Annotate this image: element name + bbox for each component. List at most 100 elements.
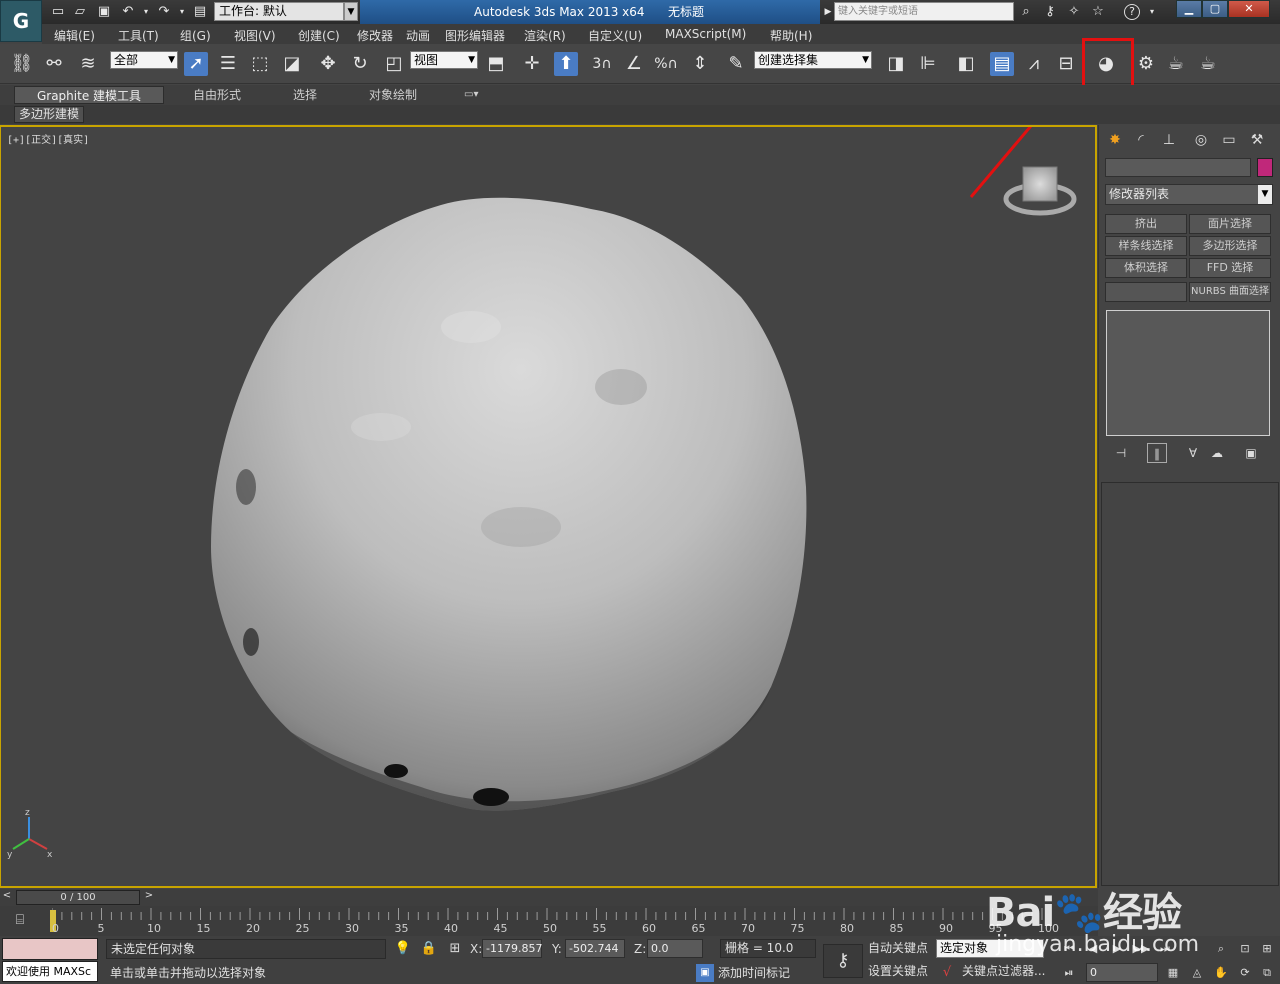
- perspective-viewport[interactable]: z x y [+][正交][真实]: [0, 125, 1097, 888]
- menu-create[interactable]: 创建(C): [298, 27, 340, 44]
- viewcube[interactable]: [1003, 166, 1077, 216]
- curve-editor-icon[interactable]: ⩘: [1022, 52, 1046, 76]
- track-bar[interactable]: ⌸ 0 5 10 15 20 25 30 35 40 45 50 55 60 65 70 75 80 85 90 95…: [0, 906, 1098, 936]
- maximize-button[interactable]: ▢: [1202, 0, 1228, 18]
- display-tab-icon[interactable]: ▭: [1217, 129, 1241, 151]
- time-slider-thumb[interactable]: 0 / 100: [16, 890, 140, 905]
- redo-icon[interactable]: ↷: [156, 4, 172, 20]
- percent-snap-icon[interactable]: %∩: [654, 52, 678, 76]
- spinner-snap-icon[interactable]: ⇕: [688, 52, 712, 76]
- schematic-view-icon[interactable]: ⊟: [1054, 52, 1078, 76]
- key-filters-button[interactable]: 关键点过滤器...: [962, 962, 1045, 981]
- maximize-viewport-icon[interactable]: ⧉: [1258, 964, 1276, 982]
- add-time-tag-icon[interactable]: ▣: [696, 964, 714, 982]
- ribbon-options-icon[interactable]: ▭▾: [464, 86, 478, 104]
- selection-set-dropdown[interactable]: 选定对象: [936, 939, 1044, 958]
- hierarchy-tab-icon[interactable]: ⊥: [1157, 129, 1181, 151]
- communication-center-icon[interactable]: ✧: [1066, 4, 1082, 20]
- volume-select-button[interactable]: 体积选择: [1105, 258, 1187, 278]
- app-logo[interactable]: G: [0, 0, 42, 42]
- nurbs-surface-select-button[interactable]: NURBS 曲面选择: [1189, 282, 1271, 302]
- current-frame-field[interactable]: 0: [1086, 963, 1158, 982]
- binoculars-icon[interactable]: ⌕: [1018, 4, 1034, 20]
- key-tool-icon[interactable]: ⚷: [1042, 4, 1058, 20]
- minimize-button[interactable]: ▁: [1176, 0, 1202, 18]
- object-name-field[interactable]: [1105, 158, 1251, 177]
- make-unique-icon[interactable]: ∀: [1183, 443, 1203, 463]
- menu-animation[interactable]: 动画: [406, 27, 430, 44]
- rendered-frame-window-icon[interactable]: ☕: [1164, 52, 1188, 76]
- poly-select-button[interactable]: 多边形选择: [1189, 236, 1271, 256]
- help-icon[interactable]: ?: [1124, 4, 1140, 20]
- tab-selection[interactable]: 选择: [293, 86, 317, 104]
- named-selection-dropdown[interactable]: 创建选择集 ▼: [754, 51, 872, 69]
- rectangular-selection-icon[interactable]: ⬚: [248, 52, 272, 76]
- open-file-icon[interactable]: ▱: [72, 4, 88, 20]
- undo-dropdown-icon[interactable]: ▾: [138, 4, 154, 20]
- auto-key-button[interactable]: 自动关键点: [868, 939, 928, 958]
- set-key-button[interactable]: 设置关键点: [868, 962, 928, 981]
- show-end-result-icon[interactable]: ∥: [1147, 443, 1167, 463]
- menu-customize[interactable]: 自定义(U): [588, 27, 642, 44]
- time-configuration-icon[interactable]: ▦: [1164, 964, 1182, 982]
- menu-tools[interactable]: 工具(T): [118, 27, 159, 44]
- selection-lock-icon[interactable]: 🔒: [420, 940, 438, 958]
- pan-icon[interactable]: ✋: [1212, 964, 1230, 982]
- spline-select-button[interactable]: 样条线选择: [1105, 236, 1187, 256]
- key-mode-toggle-icon[interactable]: ⏯: [1060, 964, 1078, 982]
- snaps-toggle-icon[interactable]: 3∩: [590, 52, 614, 76]
- x-coordinate-field[interactable]: -1179.857: [482, 939, 542, 958]
- pivot-center-icon[interactable]: ⬒: [484, 52, 508, 76]
- create-tab-icon[interactable]: ✸: [1103, 129, 1127, 151]
- key-filters-icon[interactable]: √: [938, 964, 956, 982]
- help-dropdown-icon[interactable]: ▾: [1144, 4, 1160, 20]
- redo-dropdown-icon[interactable]: ▾: [174, 4, 190, 20]
- select-and-rotate-icon[interactable]: ↻: [348, 52, 372, 76]
- y-coordinate-field[interactable]: -502.744: [565, 939, 625, 958]
- time-slider-next-button[interactable]: >: [142, 890, 156, 905]
- transform-mode-icon[interactable]: ⊞: [446, 940, 464, 958]
- select-object-icon[interactable]: ➚: [184, 52, 208, 76]
- ffd-select-button[interactable]: FFD 选择: [1189, 258, 1271, 278]
- menu-views[interactable]: 视图(V): [234, 27, 276, 44]
- workspace-dropdown[interactable]: 工作台: 默认: [214, 2, 344, 21]
- object-color-swatch[interactable]: [1257, 158, 1273, 177]
- graphite-toggle-icon[interactable]: ▤: [990, 52, 1014, 76]
- maxscript-welcome[interactable]: 欢迎使用 MAXSc: [2, 961, 98, 982]
- window-crossing-icon[interactable]: ◪: [280, 52, 304, 76]
- align-icon[interactable]: ⊫: [916, 52, 940, 76]
- select-and-scale-icon[interactable]: ◰: [382, 52, 406, 76]
- play-icon[interactable]: ▶: [1108, 940, 1126, 958]
- patch-select-button[interactable]: 面片选择: [1189, 214, 1271, 234]
- curve-editor-mini-icon[interactable]: ⌸: [10, 912, 30, 930]
- render-production-icon[interactable]: ☕: [1196, 52, 1220, 76]
- remove-modifier-icon[interactable]: ☁: [1207, 443, 1227, 463]
- save-icon[interactable]: ▣: [96, 4, 112, 20]
- utilities-tab-icon[interactable]: ⚒: [1245, 129, 1269, 151]
- set-key-mode-icon[interactable]: ⚷: [823, 944, 863, 978]
- chevron-down-icon[interactable]: ▼: [344, 2, 358, 21]
- configure-modifier-sets-icon[interactable]: ▣: [1241, 443, 1261, 463]
- motion-tab-icon[interactable]: ◎: [1189, 129, 1213, 151]
- reference-coordinate-dropdown[interactable]: 视图 ▼: [410, 51, 478, 69]
- select-and-move-icon[interactable]: ✥: [316, 52, 340, 76]
- undo-icon[interactable]: ↶: [120, 4, 136, 20]
- selection-filter-dropdown[interactable]: 全部 ▼: [110, 51, 178, 69]
- keyboard-shortcut-override-icon[interactable]: ⬆: [554, 52, 578, 76]
- viewport-label-menu[interactable]: [+][正交][真实]: [7, 131, 89, 146]
- bind-to-space-warp-icon[interactable]: ≋: [76, 52, 100, 76]
- render-setup-icon[interactable]: ⚙: [1134, 52, 1158, 76]
- extrude-button[interactable]: 挤出: [1105, 214, 1187, 234]
- select-by-name-icon[interactable]: ☰: [216, 52, 240, 76]
- select-and-manipulate-icon[interactable]: ✛: [520, 52, 544, 76]
- modifier-list-dropdown[interactable]: 修改器列表 ▼: [1105, 184, 1273, 205]
- layer-manager-icon[interactable]: ◧: [954, 52, 978, 76]
- menu-maxscript[interactable]: MAXScript(M): [665, 27, 746, 41]
- close-button[interactable]: ✕: [1228, 0, 1270, 18]
- modifier-stack[interactable]: [1106, 310, 1270, 436]
- tab-object-paint[interactable]: 对象绘制: [369, 86, 417, 104]
- z-coordinate-field[interactable]: 0.0: [647, 939, 703, 958]
- go-to-start-icon[interactable]: ⏮: [1060, 940, 1078, 958]
- polygon-modeling-panel[interactable]: 多边形建模: [14, 106, 85, 123]
- menu-edit[interactable]: 编辑(E): [54, 27, 95, 44]
